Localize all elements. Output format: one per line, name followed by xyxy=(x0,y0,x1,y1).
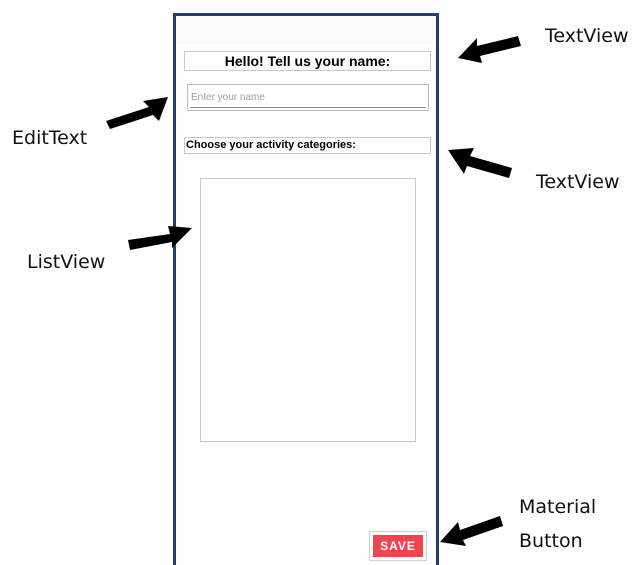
title-textview: Hello! Tell us your name: xyxy=(184,51,431,71)
categories-textview: Choose your activity categories: xyxy=(184,137,431,154)
arrow-icon xyxy=(440,516,503,546)
arrow-icon xyxy=(128,226,192,250)
annotation-listview: ListView xyxy=(27,251,106,273)
status-strip xyxy=(176,16,436,44)
annotation-material: Material xyxy=(519,496,597,518)
arrow-icon xyxy=(448,148,512,178)
phone-screen: Hello! Tell us your name: Choose your ac… xyxy=(173,13,439,565)
categories-listview[interactable] xyxy=(200,178,416,442)
edittext-underline xyxy=(190,107,426,108)
annotation-edittext: EditText xyxy=(12,127,88,149)
annotation-textview-top: TextView xyxy=(545,25,629,47)
annotation-button: Button xyxy=(519,530,583,552)
arrow-icon xyxy=(106,97,168,129)
save-button-label: SAVE xyxy=(373,535,423,557)
arrow-icon xyxy=(458,36,521,63)
save-button[interactable]: SAVE xyxy=(369,531,427,561)
annotation-textview-mid: TextView xyxy=(536,171,620,193)
diagram-canvas: Hello! Tell us your name: Choose your ac… xyxy=(0,0,640,565)
